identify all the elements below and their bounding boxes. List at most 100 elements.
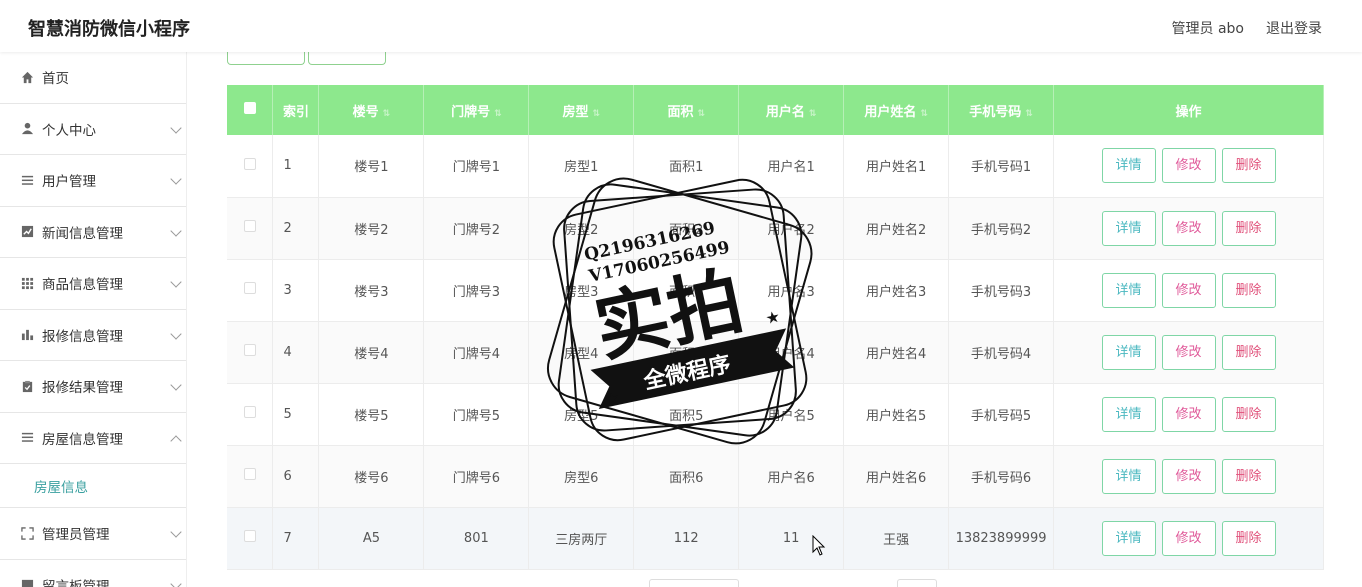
column-header[interactable]: 手机号码 ⇅ [948, 85, 1055, 135]
sort-icon[interactable]: ⇅ [383, 109, 391, 119]
cell-door: 门牌号6 [423, 445, 530, 508]
cell-phone: 13823899999 [948, 507, 1055, 570]
chevron-down-icon [170, 224, 182, 237]
select-all-checkbox[interactable] [243, 102, 256, 114]
user-icon [20, 122, 34, 136]
edit-button[interactable]: 修改 [1161, 210, 1216, 246]
delete-button[interactable]: 删除 [1221, 148, 1276, 184]
page-size-select[interactable] [649, 579, 739, 587]
cell-building: 楼号2 [318, 197, 425, 260]
sidebar-item-label: 商品信息管理 [42, 277, 123, 294]
chevron-down-icon [170, 276, 182, 288]
detail-button[interactable]: 详情 [1101, 272, 1156, 308]
detail-button[interactable]: 详情 [1101, 334, 1156, 370]
cell-building: 楼号1 [318, 135, 425, 198]
row-checkbox[interactable] [243, 406, 256, 418]
sidebar-item-5[interactable]: 报修信息管理 [0, 310, 186, 361]
sort-icon[interactable]: ⇅ [920, 109, 928, 119]
select-all-cell[interactable] [227, 85, 274, 135]
table-row: 5 楼号5 门牌号5 房型5 面积5 用户名5 用户姓名5 手机号码5 详情 修改 删除 [227, 383, 1324, 446]
chevron-down-icon [170, 526, 182, 538]
cell-username: 用户名3 [738, 259, 845, 322]
page-jump-input[interactable] [897, 579, 937, 587]
mouse-cursor-icon [812, 535, 826, 556]
edit-button[interactable]: 修改 [1161, 396, 1216, 432]
sidebar-item-4[interactable]: 商品信息管理 [0, 258, 186, 310]
chart-line-icon [20, 225, 34, 239]
edit-button[interactable]: 修改 [1161, 458, 1216, 494]
bar-chart-icon [20, 328, 34, 342]
sidebar-subitem-house-info[interactable]: 房屋信息 [0, 464, 186, 508]
sidebar-item-after-1[interactable]: 留言板管理 [0, 560, 186, 587]
cell-username: 11 [738, 507, 845, 570]
sort-icon[interactable]: ⇅ [697, 109, 705, 119]
detail-button[interactable]: 详情 [1101, 396, 1156, 432]
current-user: 管理员 abo [1171, 21, 1244, 37]
detail-button[interactable]: 详情 [1101, 520, 1156, 556]
sidebar-item-7[interactable]: 房屋信息管理 [0, 413, 186, 464]
detail-button[interactable]: 详情 [1101, 458, 1156, 494]
row-checkbox[interactable] [243, 344, 256, 356]
cell-phone: 手机号码1 [948, 135, 1055, 198]
delete-button[interactable]: 删除 [1221, 272, 1276, 308]
sidebar-item-label: 留言板管理 [42, 578, 110, 587]
delete-button[interactable]: 删除 [1221, 458, 1276, 494]
logout-button[interactable]: 退出登录 [1266, 18, 1322, 38]
sidebar-item-label: 用户管理 [42, 174, 96, 191]
delete-button[interactable]: 删除 [1221, 520, 1276, 556]
cell-actions: 详情 修改 删除 [1053, 507, 1324, 570]
detail-button[interactable]: 详情 [1101, 148, 1156, 184]
sidebar-item-6[interactable]: 报修结果管理 [0, 361, 186, 413]
chevron-down-icon [170, 173, 182, 185]
column-header[interactable]: 用户名 ⇅ [738, 85, 845, 135]
sidebar-item-2[interactable]: 用户管理 [0, 155, 186, 207]
house-table: 索引 楼号 ⇅ 门牌号 ⇅ 房型 ⇅ 面积 ⇅ 用户名 ⇅ 用户姓名 ⇅ 手机号码 ⇅ 操作 1 楼号1 门牌号1… [227, 85, 1324, 570]
column-header[interactable]: 索引 [272, 85, 320, 135]
row-checkbox[interactable] [243, 468, 256, 480]
delete-button[interactable]: 删除 [1221, 210, 1276, 246]
edit-button[interactable]: 修改 [1161, 272, 1216, 308]
cell-phone: 手机号码6 [948, 445, 1055, 508]
cell-type: 房型6 [528, 445, 635, 508]
sort-icon[interactable]: ⇅ [1025, 109, 1033, 119]
delete-button[interactable]: 删除 [1221, 396, 1276, 432]
column-header[interactable]: 面积 ⇅ [633, 85, 740, 135]
cell-type: 房型3 [528, 259, 635, 322]
grid-icon [20, 276, 34, 290]
table-row: 4 楼号4 门牌号4 房型4 面积4 用户名4 用户姓名4 手机号码4 详情 修改 删除 [227, 321, 1324, 384]
message-icon [20, 578, 34, 587]
row-checkbox[interactable] [243, 157, 256, 170]
cell-building: A5 [318, 507, 425, 570]
sidebar-item-label: 个人中心 [42, 122, 96, 139]
main-content: 索引 楼号 ⇅ 门牌号 ⇅ 房型 ⇅ 面积 ⇅ 用户名 ⇅ 用户姓名 ⇅ 手机号码 ⇅ 操作 1 楼号1 门牌号1… [187, 48, 1362, 587]
cell-phone: 手机号码5 [948, 383, 1055, 446]
cell-name: 用户姓名1 [843, 135, 950, 198]
column-header[interactable]: 用户姓名 ⇅ [843, 85, 950, 135]
column-header[interactable]: 房型 ⇅ [528, 85, 635, 135]
column-header[interactable]: 楼号 ⇅ [318, 85, 425, 135]
detail-button[interactable]: 详情 [1101, 210, 1156, 246]
sidebar-item-after-0[interactable]: 管理员管理 [0, 508, 186, 560]
cell-username: 用户名6 [738, 445, 845, 508]
column-header[interactable]: 操作 [1053, 85, 1324, 135]
cell-name: 用户姓名5 [843, 383, 950, 446]
column-header[interactable]: 门牌号 ⇅ [423, 85, 530, 135]
edit-button[interactable]: 修改 [1161, 520, 1216, 556]
edit-button[interactable]: 修改 [1161, 148, 1216, 184]
sort-icon[interactable]: ⇅ [494, 109, 502, 119]
delete-button[interactable]: 删除 [1221, 334, 1276, 370]
sidebar-item-1[interactable]: 个人中心 [0, 104, 186, 155]
sidebar-item-3[interactable]: 新闻信息管理 [0, 207, 186, 258]
sort-icon[interactable]: ⇅ [593, 109, 601, 119]
cell-idx: 7 [272, 507, 320, 570]
row-checkbox[interactable] [243, 530, 256, 542]
row-checkbox[interactable] [243, 220, 256, 232]
sort-icon[interactable]: ⇅ [809, 109, 817, 119]
cell-phone: 手机号码3 [948, 259, 1055, 322]
table-row: 2 楼号2 门牌号2 房型2 面积2 用户名2 用户姓名2 手机号码2 详情 修改 删除 [227, 197, 1324, 260]
sidebar-item-label: 报修结果管理 [42, 380, 123, 397]
edit-button[interactable]: 修改 [1161, 334, 1216, 370]
row-checkbox[interactable] [243, 282, 256, 294]
cell-name: 用户姓名4 [843, 321, 950, 384]
sidebar-item-0[interactable]: 首页 [0, 52, 186, 104]
